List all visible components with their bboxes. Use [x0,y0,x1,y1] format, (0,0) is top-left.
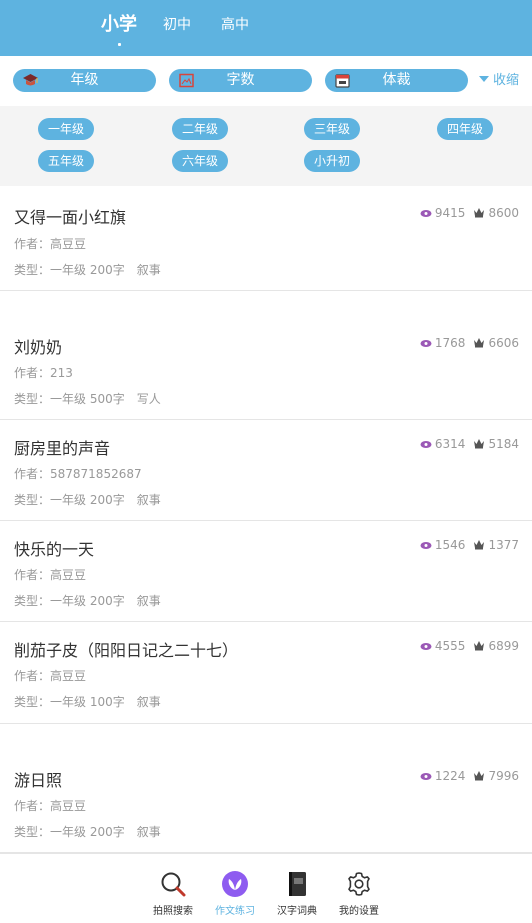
view-count: 9415 [434,206,466,220]
triangle-down-icon [479,76,489,82]
crown-icon [474,439,485,449]
nav-settings[interactable]: 我的设置 [329,870,389,917]
like-count: 1377 [488,538,519,552]
list-item[interactable]: 厨房里的声音 6314 5184 作者：587871852687 类型：一年级 2… [0,420,532,521]
article-type: 类型：一年级 200字 叙事 [14,263,161,277]
eye-icon [420,542,432,549]
nav-composition-practice[interactable]: 作文练习 [205,870,265,917]
tab-label: 小学 [101,14,137,35]
list-item[interactable]: 又得一面小红旗 9415 8600 作者：高豆豆 类型：一年级 200字 叙事 [0,186,532,291]
article-type: 类型：一年级 500字 写人 [14,392,161,406]
article-title: 刘奶奶 [14,338,63,357]
list-item[interactable]: 快乐的一天 1546 1377 作者：高豆豆 类型：一年级 200字 叙事 [0,521,532,622]
grade-option[interactable]: 五年级 [38,150,94,172]
article-author: 作者：高豆豆 [14,669,87,683]
tab-high-school[interactable]: 高中 [221,0,249,56]
like-count: 6899 [488,639,519,653]
nav-label: 汉字词典 [277,906,317,917]
filter-label: 字数 [226,72,255,88]
calendar-icon [335,74,350,88]
collapse-toggle[interactable]: 收缩 [479,72,519,90]
eye-icon [420,340,432,347]
article-stats: 6314 5184 [420,437,519,451]
article-type: 类型：一年级 100字 叙事 [14,695,161,709]
eye-icon [420,643,432,650]
view-count: 1224 [434,769,466,783]
tab-label: 初中 [163,17,191,33]
active-tab-indicator [118,43,121,46]
magnifier-icon [161,872,186,897]
article-author: 作者：587871852687 [14,467,142,481]
article-title: 又得一面小红旗 [14,208,127,227]
top-header: 小学 初中 高中 [0,0,532,56]
view-count: 6314 [434,437,466,451]
nav-dictionary[interactable]: 汉字词典 [267,870,327,917]
like-count: 6606 [488,336,519,350]
filter-genre-button[interactable]: 体裁 [325,69,468,92]
filter-bar: 年级 字数 体裁 收缩 [0,56,532,106]
list-item[interactable]: 刘奶奶 1768 6606 作者：213 类型：一年级 500字 写人 [0,291,532,420]
grade-option[interactable]: 二年级 [172,118,228,140]
article-title: 快乐的一天 [14,540,95,559]
crown-icon [474,641,485,651]
picture-frame-icon [179,73,194,88]
article-type: 类型：一年级 200字 叙事 [14,825,161,839]
list-item[interactable]: 削茄子皮（阳阳日记之二十七） 4555 6899 作者：高豆豆 类型：一年级 10… [0,622,532,724]
filter-label: 体裁 [382,72,411,88]
nav-label: 作文练习 [215,906,255,917]
grade-option[interactable]: 六年级 [172,150,228,172]
article-author: 作者：高豆豆 [14,568,87,582]
eye-icon [420,441,432,448]
graduation-cap-icon [23,74,38,86]
view-count: 1768 [434,336,466,350]
crown-icon [474,771,485,781]
bottom-nav: 拍照搜索 作文练习 汉字词典 我的设置 [0,853,532,923]
grade-option[interactable]: 四年级 [437,118,493,140]
article-type: 类型：一年级 200字 叙事 [14,493,161,507]
view-count: 4555 [434,639,466,653]
like-count: 8600 [488,206,519,220]
like-count: 5184 [488,437,519,451]
eye-icon [420,210,432,217]
grade-option[interactable]: 三年级 [304,118,360,140]
article-author: 作者：高豆豆 [14,799,87,813]
article-stats: 1546 1377 [420,538,519,552]
grade-panel: 一年级 二年级 三年级 四年级 五年级 六年级 小升初 [0,106,532,186]
grade-option[interactable]: 小升初 [304,150,360,172]
dictionary-book-icon [289,872,306,896]
gear-icon [348,872,370,896]
tab-middle-school[interactable]: 初中 [163,0,191,56]
article-stats: 1768 6606 [420,336,519,350]
crown-icon [474,540,485,550]
nav-photo-search[interactable]: 拍照搜索 [143,870,203,917]
article-title: 削茄子皮（阳阳日记之二十七） [14,641,239,660]
tab-label: 高中 [221,17,249,33]
view-count: 1546 [434,538,466,552]
nav-label: 拍照搜索 [153,906,193,917]
filter-label: 年级 [70,72,99,88]
article-author: 作者：213 [14,366,73,380]
eye-icon [420,773,432,780]
nav-label: 我的设置 [339,906,379,917]
article-title: 厨房里的声音 [14,439,111,458]
article-stats: 4555 6899 [420,639,519,653]
leaf-icon [222,871,248,897]
filter-grade-button[interactable]: 年级 [13,69,156,92]
collapse-label: 收缩 [493,73,520,88]
article-title: 游日照 [14,771,63,790]
filter-wordcount-button[interactable]: 字数 [169,69,312,92]
tab-primary-school[interactable]: 小学 [101,0,137,56]
like-count: 7996 [488,769,519,783]
grade-option[interactable]: 一年级 [38,118,94,140]
article-author: 作者：高豆豆 [14,237,87,251]
crown-icon [474,208,485,218]
crown-icon [474,338,485,348]
article-stats: 9415 8600 [420,206,519,220]
list-item[interactable]: 游日照 1224 7996 作者：高豆豆 类型：一年级 200字 叙事 [0,724,532,853]
article-stats: 1224 7996 [420,769,519,783]
article-type: 类型：一年级 200字 叙事 [14,594,161,608]
